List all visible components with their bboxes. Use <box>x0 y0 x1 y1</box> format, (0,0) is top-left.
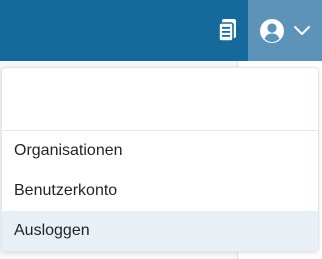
chevron-down-icon <box>294 25 310 35</box>
user-dropdown-menu: Organisationen Benutzerkonto Ausloggen <box>1 67 319 252</box>
top-navigation-bar <box>0 0 322 61</box>
user-menu-toggle[interactable] <box>248 0 322 61</box>
menu-item-ausloggen[interactable]: Ausloggen <box>2 211 318 251</box>
menu-item-benutzerkonto[interactable]: Benutzerkonto <box>2 171 318 211</box>
menu-item-organisationen[interactable]: Organisationen <box>2 131 318 171</box>
user-circle-icon <box>260 18 284 43</box>
clipboard-icon[interactable] <box>217 17 239 43</box>
dropdown-header <box>2 68 318 131</box>
